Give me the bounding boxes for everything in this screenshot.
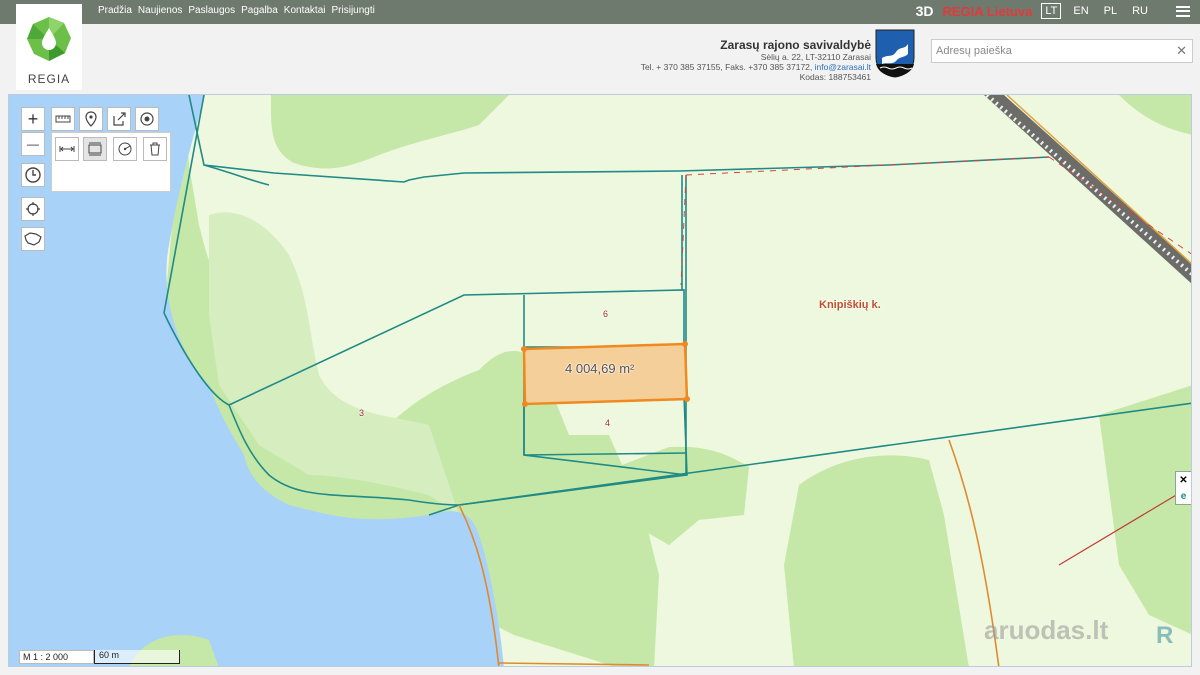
language-pl[interactable]: PL: [1101, 4, 1120, 18]
regia-lietuva-link[interactable]: REGIA Lietuva: [943, 4, 1033, 19]
nav-item-prisijungti[interactable]: Prisijungti: [332, 5, 375, 16]
scale-length: 60 m: [94, 650, 180, 664]
nav-item-pradzia[interactable]: Pradžia: [98, 5, 132, 16]
search-clear-icon[interactable]: ✕: [1176, 43, 1187, 59]
municipality-email-link[interactable]: info@zarasai.lt: [815, 62, 871, 72]
marker-tool-button[interactable]: [79, 107, 103, 131]
target-icon: [140, 112, 154, 126]
top-right-controls: 3D REGIA Lietuva LT EN PL RU: [916, 3, 1190, 19]
place-name-label: Knipiškių k.: [819, 299, 881, 311]
area-icon: [88, 142, 102, 156]
clear-measurements-button[interactable]: [143, 137, 167, 161]
history-button[interactable]: [21, 163, 45, 187]
side-e-button[interactable]: e: [1176, 488, 1191, 504]
municipality-phones: Tel. + 370 385 37155, Faks. +370 385 371…: [640, 62, 813, 72]
distance-icon: [59, 146, 75, 152]
language-ru[interactable]: RU: [1129, 4, 1151, 18]
address-search: ✕: [931, 39, 1193, 63]
scale-bar: M 1 : 2 000 60 m: [19, 650, 180, 664]
hamburger-menu-icon[interactable]: [1176, 5, 1190, 17]
header: REGIA Zarasų rajono savivaldybė Sėlių a.…: [0, 4, 1200, 94]
e-service-icon: e: [1180, 490, 1187, 502]
locate-button[interactable]: [21, 197, 45, 221]
trash-icon: [150, 142, 160, 156]
watermark-logo-icon: R: [1156, 622, 1174, 649]
main-nav: Pradžia Naujienos Paslaugos Pagalba Kont…: [98, 5, 375, 16]
scale-ratio: M 1 : 2 000: [19, 650, 94, 664]
municipality-info: Zarasų rajono savivaldybė Sėlių a. 22, L…: [641, 38, 871, 82]
layers-tool-button[interactable]: [135, 107, 159, 131]
share-icon: [113, 112, 126, 126]
municipality-contacts: Tel. + 370 385 37155, Faks. +370 385 371…: [641, 62, 871, 72]
measure-distance-button[interactable]: [55, 137, 79, 161]
parcel-label-3: 3: [359, 408, 365, 418]
plus-icon: +: [27, 108, 39, 129]
lithuania-outline-icon: [24, 232, 42, 246]
ruler-icon: [55, 115, 71, 123]
country-extent-button[interactable]: [21, 227, 45, 251]
logo-text: REGIA: [27, 72, 71, 86]
municipality-code: Kodas: 188753461: [799, 72, 871, 82]
measure-area-button[interactable]: [83, 137, 107, 161]
nav-item-kontaktai[interactable]: Kontaktai: [284, 5, 326, 16]
parcel-label-4: 4: [605, 418, 611, 428]
nav-item-paslaugos[interactable]: Paslaugos: [188, 5, 235, 16]
municipality-address: Sėlių a. 22, LT-32110 Zarasai: [760, 52, 871, 62]
3d-mode-button[interactable]: 3D: [916, 3, 934, 19]
selected-area-label: 4 004,69 m²: [565, 361, 635, 376]
parcel-label-6: 6: [603, 309, 609, 319]
regia-logo-icon: [27, 17, 71, 61]
regia-logo[interactable]: REGIA: [16, 4, 82, 90]
radius-icon: [118, 142, 132, 156]
map-viewport[interactable]: 4 004,69 m² 6 4 3 Knipiškių k. + — ✕ e M…: [8, 94, 1192, 667]
minus-icon: —: [27, 137, 39, 151]
address-search-input[interactable]: [932, 40, 1162, 62]
map-canvas[interactable]: [9, 95, 1192, 667]
measure-tool-button[interactable]: [51, 107, 75, 131]
side-close-button[interactable]: ✕: [1176, 472, 1191, 488]
nav-item-pagalba[interactable]: Pagalba: [241, 5, 278, 16]
top-navigation-bar: Pradžia Naujienos Paslaugos Pagalba Kont…: [0, 0, 1200, 24]
measure-radius-button[interactable]: [113, 137, 137, 161]
zoom-in-button[interactable]: +: [21, 107, 45, 131]
language-lt[interactable]: LT: [1041, 3, 1062, 19]
clock-icon: [25, 167, 41, 183]
pin-icon: [85, 111, 97, 127]
municipality-name: Zarasų rajono savivaldybė: [720, 38, 871, 52]
nav-item-naujienos[interactable]: Naujienos: [138, 5, 182, 16]
aruodas-watermark: aruodas.lt: [984, 615, 1109, 645]
zoom-out-button[interactable]: —: [21, 132, 45, 156]
share-tool-button[interactable]: [107, 107, 131, 131]
side-panel-buttons: ✕ e: [1175, 471, 1191, 505]
municipality-crest-icon: [875, 29, 915, 78]
close-icon: ✕: [1179, 474, 1188, 486]
language-en[interactable]: EN: [1070, 4, 1091, 18]
crosshair-icon: [26, 202, 40, 216]
